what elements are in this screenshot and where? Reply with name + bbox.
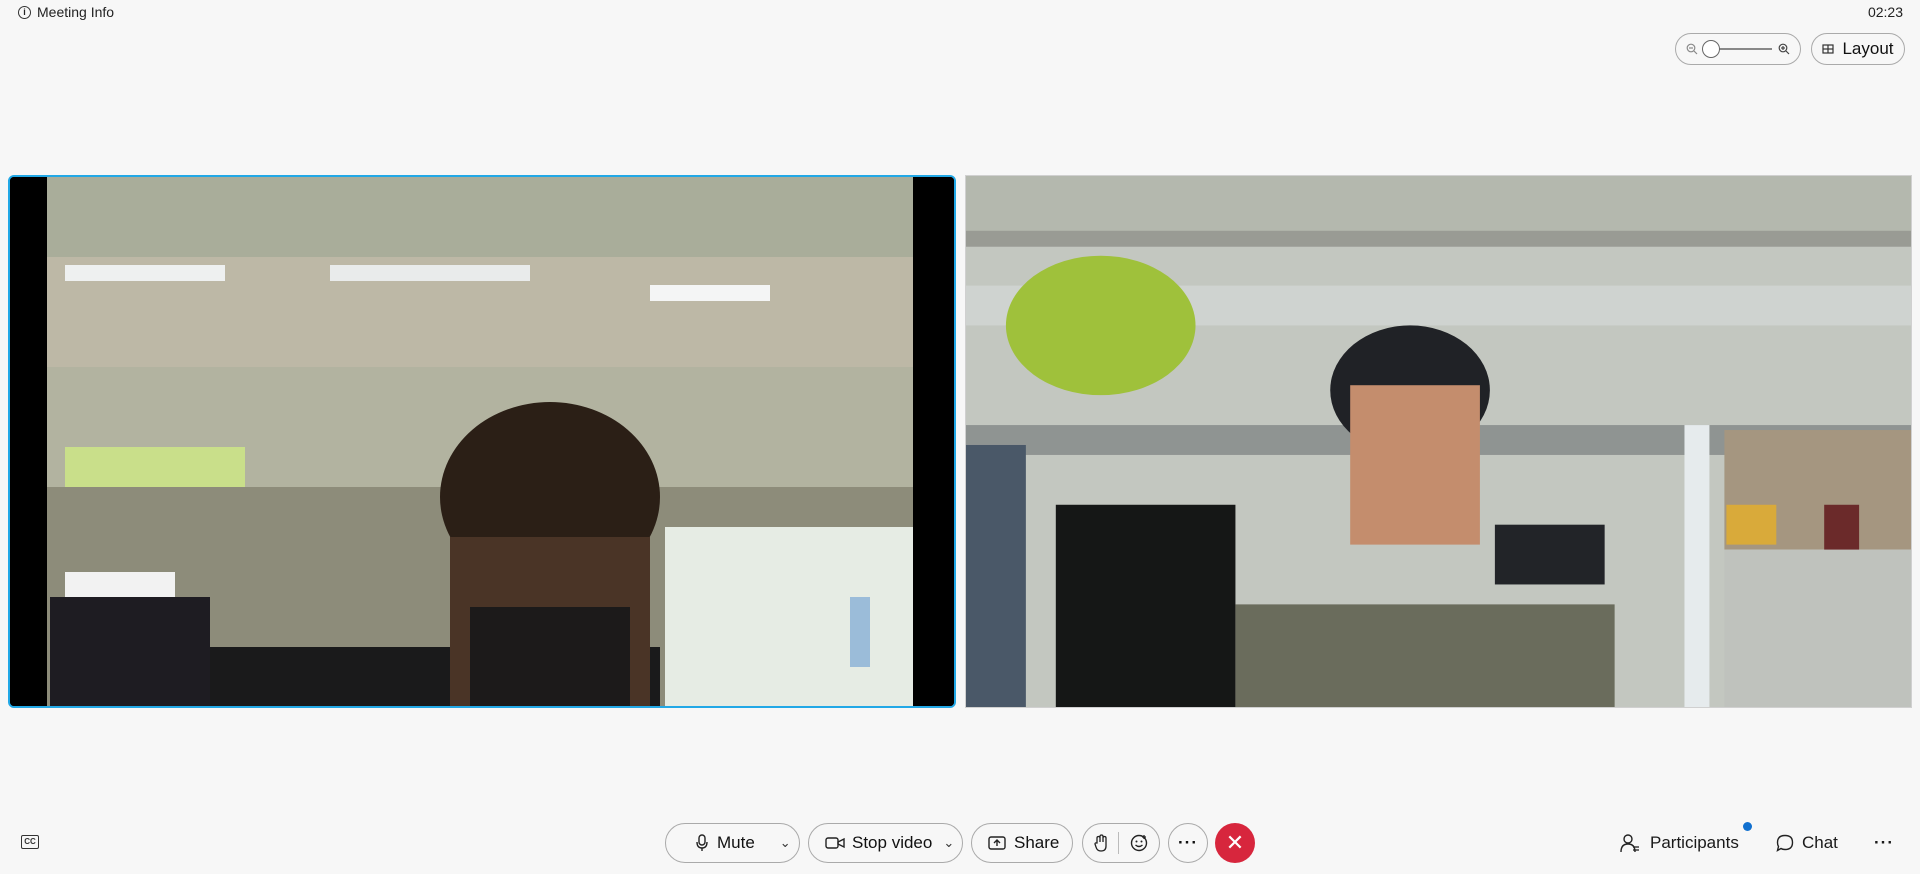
zoom-slider[interactable] xyxy=(1702,40,1772,58)
chat-icon xyxy=(1776,834,1794,852)
mute-button[interactable]: Mute ⌄ xyxy=(665,823,800,863)
meeting-info-label: Meeting Info xyxy=(37,4,115,20)
share-icon xyxy=(988,836,1006,850)
meeting-clock: 02:23 xyxy=(1867,4,1903,20)
chat-button[interactable]: Chat xyxy=(1776,829,1838,857)
participants-icon xyxy=(1620,834,1639,853)
participants-button[interactable]: Participants xyxy=(1620,829,1739,857)
end-call-button[interactable]: ✕ xyxy=(1215,823,1255,863)
reactions-group xyxy=(1082,823,1160,863)
divider xyxy=(1118,832,1120,854)
participants-label: Participants xyxy=(1650,833,1739,852)
participant-video-feed xyxy=(10,177,954,706)
end-call-icon: ✕ xyxy=(1225,830,1245,855)
layout-grid-icon xyxy=(1822,44,1835,54)
mute-label: Mute xyxy=(717,833,755,852)
stop-video-button[interactable]: Stop video ⌄ xyxy=(808,823,963,863)
share-button[interactable]: Share xyxy=(971,823,1073,863)
closed-caption-icon[interactable]: CC xyxy=(21,835,39,849)
info-icon: i xyxy=(18,5,31,19)
more-icon: ··· xyxy=(1178,833,1198,852)
participant-video-feed xyxy=(966,176,1911,707)
more-options-button[interactable]: ··· xyxy=(1168,823,1208,863)
microphone-icon xyxy=(696,834,708,851)
chevron-down-icon[interactable]: ⌄ xyxy=(943,835,954,851)
participants-notification-dot xyxy=(1743,822,1752,831)
zoom-out-icon[interactable] xyxy=(1686,43,1698,55)
raise-hand-icon[interactable] xyxy=(1094,834,1108,852)
meeting-window: i Meeting Info 02:23 Layout CC Mute ⌄ St… xyxy=(0,0,1920,874)
zoom-slider-thumb[interactable] xyxy=(1702,40,1720,58)
chat-label: Chat xyxy=(1802,833,1838,852)
more-icon: ··· xyxy=(1874,833,1894,852)
zoom-in-icon[interactable] xyxy=(1778,43,1790,55)
stop-video-label: Stop video xyxy=(852,833,933,852)
video-tile-participant[interactable] xyxy=(965,175,1912,708)
chevron-down-icon[interactable]: ⌄ xyxy=(780,835,791,851)
layout-button[interactable]: Layout xyxy=(1811,33,1905,65)
layout-label: Layout xyxy=(1842,39,1894,58)
overflow-menu-button[interactable]: ··· xyxy=(1874,829,1894,857)
meeting-info-button[interactable]: i Meeting Info xyxy=(18,3,114,21)
zoom-control[interactable] xyxy=(1675,33,1801,65)
video-tile-active-speaker[interactable] xyxy=(8,175,956,708)
share-label: Share xyxy=(1014,833,1060,852)
video-camera-icon xyxy=(825,837,845,849)
reaction-emoji-icon[interactable] xyxy=(1130,834,1148,852)
